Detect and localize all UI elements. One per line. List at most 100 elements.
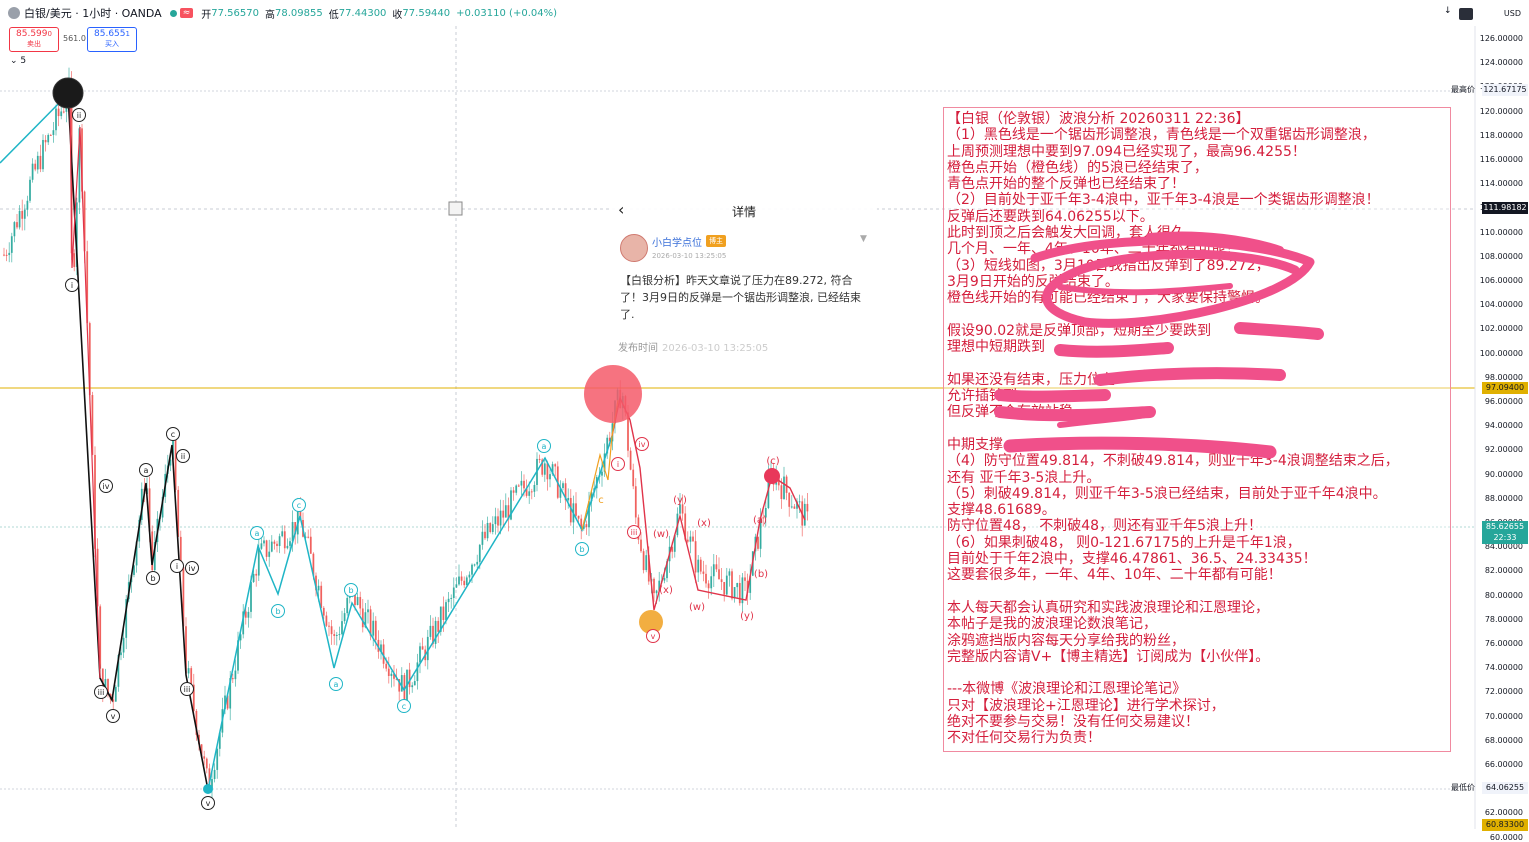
buy-button[interactable]: 85.6551 买入: [87, 27, 137, 52]
candle-body: [494, 516, 497, 525]
candle-body: [481, 531, 484, 545]
note-line: [947, 355, 1450, 371]
candle-body: [278, 536, 281, 547]
candle-body: [499, 510, 502, 526]
note-line: 这要套很多年，一年、4年、10年、二十年都有可能！: [947, 567, 1282, 584]
chevron-down-icon[interactable]: ▼: [860, 234, 867, 244]
candle-body: [489, 522, 492, 532]
price-tick: 106.00000: [1479, 276, 1523, 285]
candle-body: [231, 678, 234, 680]
candle-body: [640, 539, 642, 552]
note-line: 青色点开始的整个反弹也已经结束了！: [947, 176, 1185, 193]
candle-body: [798, 501, 801, 503]
note-line: （2）目前处于亚千年3-4浪中，亚千年3-4浪是一个类锯齿形调整浪！: [947, 192, 1380, 209]
wave-label: (w): [653, 529, 669, 540]
candle-body: [317, 585, 320, 591]
candle-body: [114, 686, 117, 702]
price-tick: 124.00000: [1479, 58, 1523, 68]
note-line: 防守位置48， 不刺破48，则还有亚千年5浪上升！: [947, 518, 1262, 535]
currency-selector[interactable]: USD: [1504, 9, 1521, 18]
note-line: 涂鸦遮挡版内容每天分享给我的粉丝，: [947, 632, 1185, 649]
candle-body: [205, 758, 208, 769]
price-tick: 94.00000: [1484, 421, 1523, 431]
candle-body: [247, 611, 250, 618]
price-tick: 108.00000: [1479, 251, 1523, 261]
wave-label: (w): [689, 602, 705, 613]
candle-body: [538, 458, 541, 460]
candle-body: [39, 155, 42, 170]
wave-label: c: [297, 501, 301, 510]
candle-body: [543, 463, 546, 475]
note-line: 如果还没有结束，压力位在: [947, 371, 1115, 388]
candle-body: [216, 748, 219, 770]
crosshair-price-tag: 111.98182: [1482, 202, 1528, 214]
candle-body: [343, 613, 346, 622]
candle-body: [463, 580, 466, 586]
candle-body: [575, 503, 577, 516]
wave-label: (a): [753, 515, 767, 526]
spread-value: 561.0: [63, 34, 86, 43]
crosshair-plus-icon: [448, 201, 463, 216]
candle-body: [265, 540, 268, 557]
candle-body: [458, 576, 460, 585]
candle-body: [634, 486, 637, 518]
candle-body: [702, 571, 705, 574]
candle-body: [504, 505, 507, 518]
candle-body: [413, 681, 416, 686]
candle-body: [387, 668, 390, 676]
chevron-down-icon: ⌄: [10, 56, 18, 66]
candle-body: [260, 543, 263, 549]
candle-body: [793, 506, 796, 509]
candle-body: [803, 503, 806, 526]
candle-body: [273, 541, 276, 544]
price-tick: 102.00000: [1479, 324, 1523, 334]
candle-body: [533, 484, 536, 492]
candle-body: [29, 179, 31, 201]
candle-body: [744, 577, 746, 581]
candle-body: [338, 634, 341, 636]
avatar[interactable]: [620, 234, 648, 262]
indicator-count: 5: [20, 56, 27, 66]
wave-label: c: [402, 702, 406, 711]
price-tick: 104.00000: [1479, 300, 1523, 310]
wave-label: a: [144, 466, 149, 475]
candle-body: [632, 469, 635, 487]
price-tick: 74.00000: [1484, 663, 1523, 673]
price-tick: 92.00000: [1484, 445, 1523, 455]
buy-price: 85.655: [94, 29, 126, 39]
candle-body: [356, 597, 359, 605]
post-title: 详情: [732, 205, 757, 219]
sell-button[interactable]: 85.5990 卖出: [9, 27, 59, 52]
note-line: [947, 307, 1450, 323]
indicator-toggle[interactable]: ⌄ 5: [10, 56, 26, 66]
arrow-down-icon[interactable]: ↓: [1444, 6, 1452, 16]
price-tick: 80.00000: [1484, 590, 1523, 600]
back-icon[interactable]: ‹: [618, 200, 624, 219]
price-tick: 100.00000: [1479, 348, 1523, 358]
note-line: 假设90.02就是反弹顶部，短期至少要跌到: [947, 322, 1212, 339]
candle-body: [512, 490, 515, 493]
wave-label: iii: [184, 685, 191, 694]
note-line: 本人每天都会认真研究和实践波浪理论和江恩理论，: [947, 599, 1269, 616]
candle-body: [699, 559, 702, 572]
price-tick: 82.00000: [1484, 566, 1523, 576]
candle-body: [697, 559, 700, 573]
candle-body: [491, 524, 494, 532]
price-tick: 126.00000: [1479, 34, 1523, 43]
candle-body: [517, 485, 520, 487]
post-author[interactable]: 小白学点位: [652, 234, 702, 249]
candle-body: [252, 573, 255, 582]
candle-body: [780, 485, 783, 500]
publish-time: 发布时间 2026-03-10 13:25:05: [618, 339, 768, 354]
wave-label: b: [348, 586, 353, 595]
screen-icon[interactable]: [1459, 8, 1473, 20]
candle-body: [322, 607, 325, 616]
buy-price-suffix: 1: [125, 30, 130, 38]
price-tick: 96.00000: [1484, 397, 1523, 406]
symbol-title[interactable]: 白银/美元 · 1小时 · OANDA: [24, 5, 162, 21]
candle-body: [47, 134, 50, 143]
note-line: 完整版内容请V+【博主精选】订阅成为【小伙伴】。: [947, 648, 1270, 665]
chart-header: 白银/美元 · 1小时 · OANDA ≈ 开 77.56570 高 78.09…: [0, 0, 1470, 26]
candle-body: [450, 597, 453, 599]
candle-body: [419, 646, 421, 663]
